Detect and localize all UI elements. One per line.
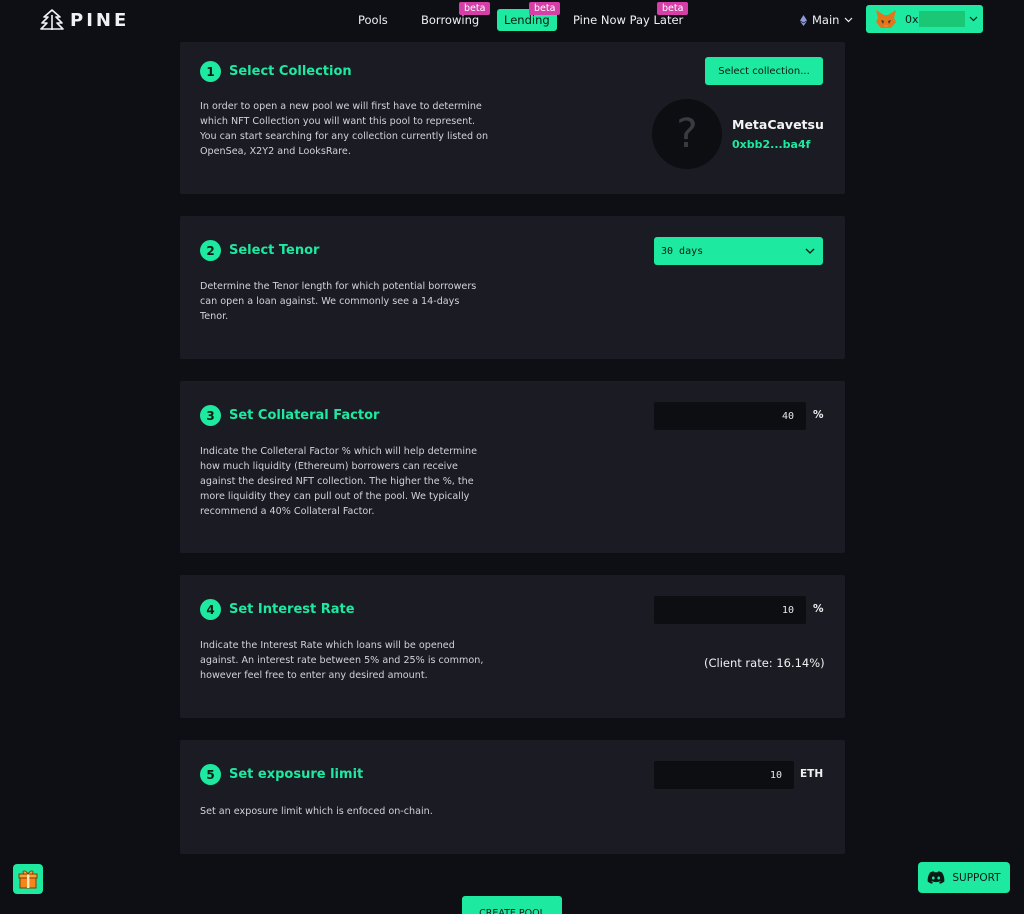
brand-name: PINE [70,9,130,31]
step-description: Indicate the Colleteral Factor % which w… [200,446,478,517]
step-number: 2 [200,240,221,261]
step-description: In order to open a new pool we will firs… [200,101,489,157]
step-card-select-collection: 1 Select Collection In order to open a n… [180,42,845,194]
select-collection-button[interactable]: Select collection... [705,57,823,85]
chevron-down-icon [845,17,853,23]
step-card-interest-rate: 4 Set Interest Rate Indicate the Interes… [180,575,845,718]
interest-rate-input[interactable]: 10 [654,596,806,624]
step-title: Select Tenor [229,243,320,258]
support-label: SUPPORT [952,871,1001,884]
lending-beta-badge: beta [529,2,561,15]
exposure-limit-input[interactable]: 10 [654,761,794,789]
step-title: Set exposure limit [229,767,364,782]
pnpl-beta-badge: beta [657,2,689,15]
network-selector[interactable]: Main [800,13,853,27]
collection-avatar: ? [652,99,722,169]
create-pool-button[interactable]: CREATE POOL [462,896,562,914]
step-description: Indicate the Interest Rate which loans w… [200,640,484,681]
collection-address[interactable]: 0xbb2...ba4f [732,138,810,151]
wallet-address-redacted [918,11,965,27]
nav-borrowing[interactable]: Borrowing [421,13,479,27]
support-button[interactable]: SUPPORT [918,862,1010,893]
discord-icon [928,871,945,884]
network-label: Main [812,13,840,27]
step-title: Set Interest Rate [229,602,355,617]
step-card-select-tenor: 2 Select Tenor Determine the Tenor lengt… [180,216,845,359]
step-description: Determine the Tenor length for which pot… [200,281,477,322]
ethereum-icon [800,14,807,26]
collateral-factor-unit: % [813,409,824,421]
borrowing-beta-badge: beta [459,2,491,15]
pine-logo[interactable]: PINE [40,9,129,31]
wallet-address-prefix: 0x [905,12,919,26]
pine-tree-icon [40,9,64,30]
step-card-exposure-limit: 5 Set exposure limit Set an exposure lim… [180,740,845,854]
step-number: 5 [200,764,221,785]
gift-icon [18,870,38,889]
step-number: 3 [200,405,221,426]
exposure-limit-unit: ETH [800,768,824,780]
client-rate-text: (Client rate: 16.14%) [704,656,825,670]
step-header: 5 Set exposure limit [200,764,363,785]
tenor-select-value: 30 days [661,245,704,257]
collection-name: MetaCavetsu [732,117,824,132]
wallet-button[interactable]: 0x [866,5,983,33]
step-card-collateral-factor: 3 Set Collateral Factor Indicate the Col… [180,381,845,553]
nav-pine-now-pay-later[interactable]: Pine Now Pay Later [573,13,683,27]
metamask-fox-icon [876,10,896,28]
rewards-gift-button[interactable] [13,864,43,894]
tenor-select[interactable]: 30 days [654,237,823,265]
chevron-down-icon [805,248,815,254]
interest-rate-unit: % [813,603,824,615]
step-header: 4 Set Interest Rate [200,599,355,620]
nav-pools[interactable]: Pools [358,13,388,27]
chevron-down-icon [969,16,977,22]
collateral-factor-input[interactable]: 40 [654,402,806,430]
step-number: 1 [200,61,221,82]
step-title: Select Collection [229,64,352,79]
step-header: 3 Set Collateral Factor [200,405,379,426]
question-mark-icon: ? [676,111,698,157]
step-description: Set an exposure limit which is enfoced o… [200,806,433,817]
step-header: 2 Select Tenor [200,240,319,261]
top-navbar: PINE Pools Borrowing beta Lending beta P… [0,0,1024,42]
step-header: 1 Select Collection [200,61,352,82]
step-title: Set Collateral Factor [229,408,380,423]
step-number: 4 [200,599,221,620]
